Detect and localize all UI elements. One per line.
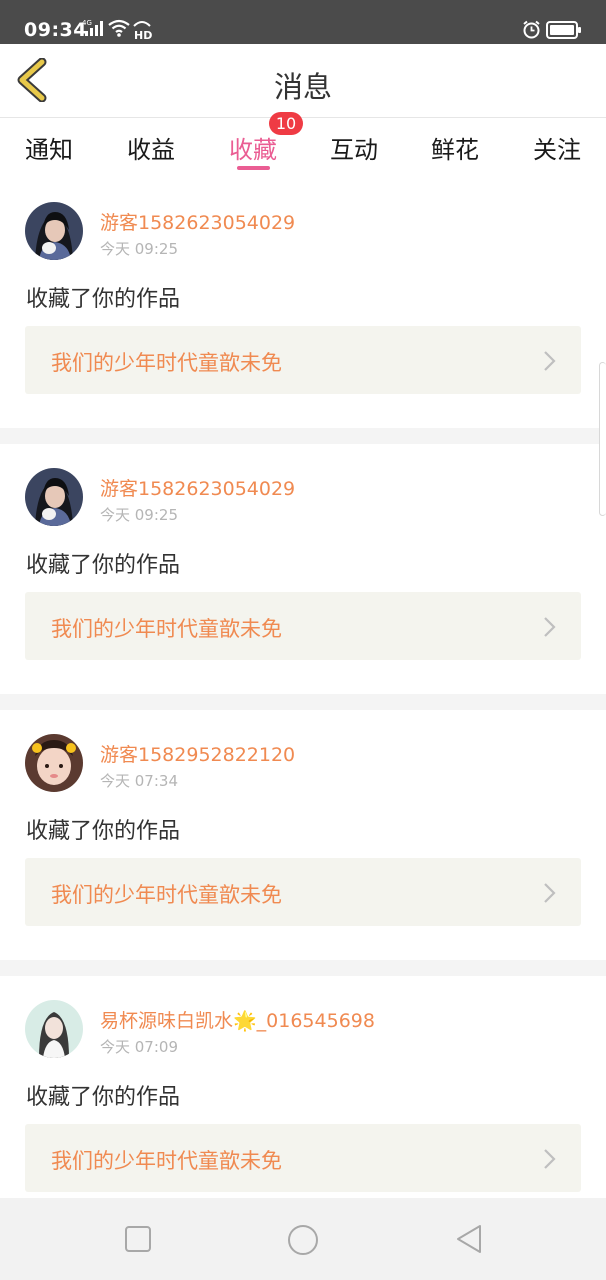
username[interactable]: 游客1582623054029	[100, 208, 295, 235]
page-title: 消息	[273, 70, 332, 104]
recent-apps-icon[interactable]	[124, 1223, 152, 1253]
back-nav-icon[interactable]	[454, 1223, 484, 1255]
list-item: 游客1582623054029 今天 09:25 收藏了你的作品 我们的少年时代…	[0, 444, 606, 694]
tab-earnings[interactable]: 收益	[111, 130, 191, 165]
username[interactable]: 游客1582952822120	[100, 740, 295, 767]
network-type-label: 4G	[82, 19, 92, 27]
work-title: 我们的少年时代童歆未免	[51, 883, 282, 907]
chevron-right-icon	[544, 1149, 556, 1169]
wifi-icon	[108, 19, 130, 41]
tab-notifications[interactable]: 通知	[9, 130, 89, 165]
username[interactable]: 游客1582623054029	[100, 474, 295, 501]
work-link[interactable]: 我们的少年时代童歆未免	[25, 858, 581, 926]
system-nav-bar	[0, 1198, 606, 1280]
app-header: 消息	[0, 44, 606, 118]
chevron-right-icon	[544, 351, 556, 371]
avatar[interactable]	[25, 734, 83, 792]
timestamp: 今天 07:09	[100, 1038, 178, 1056]
divider	[0, 428, 606, 444]
action-text: 收藏了你的作品	[26, 819, 181, 844]
tab-favorites[interactable]: 收藏	[213, 130, 293, 165]
avatar[interactable]	[25, 468, 83, 526]
avatar[interactable]	[25, 1000, 83, 1058]
work-link[interactable]: 我们的少年时代童歆未免	[25, 1124, 581, 1192]
action-text: 收藏了你的作品	[26, 553, 181, 578]
timestamp: 今天 07:34	[100, 772, 178, 790]
action-text: 收藏了你的作品	[26, 1085, 181, 1110]
edge-panel-handle[interactable]	[599, 362, 606, 516]
work-title: 我们的少年时代童歆未免	[51, 1149, 282, 1173]
list-item: 游客1582952822120 今天 07:34 收藏了你的作品 我们的少年时代…	[0, 710, 606, 960]
tab-flowers[interactable]: 鲜花	[415, 130, 495, 165]
work-link[interactable]: 我们的少年时代童歆未免	[25, 592, 581, 660]
alarm-icon	[522, 20, 541, 43]
signal-icon: 4G	[82, 18, 104, 42]
message-list: 游客1582623054029 今天 09:25 收藏了你的作品 我们的少年时代…	[0, 178, 606, 1242]
list-item: 游客1582623054029 今天 09:25 收藏了你的作品 我们的少年时代…	[0, 178, 606, 428]
message-tabs: 通知 收益 收藏 互动 鲜花 关注	[0, 118, 606, 178]
status-time: 09:34	[24, 19, 87, 41]
active-tab-indicator	[237, 166, 270, 170]
chevron-right-icon	[544, 883, 556, 903]
chevron-right-icon	[544, 617, 556, 637]
favorites-count-badge: 10	[269, 112, 303, 135]
hd-label: HD	[134, 29, 152, 40]
timestamp: 今天 09:25	[100, 506, 178, 524]
avatar[interactable]	[25, 202, 83, 260]
tab-following[interactable]: 关注	[517, 130, 597, 165]
action-text: 收藏了你的作品	[26, 287, 181, 312]
hd-voice-icon: HD	[132, 18, 152, 44]
work-title: 我们的少年时代童歆未免	[51, 617, 282, 641]
username[interactable]: 易杯源味白凯水🌟_016545698	[100, 1006, 375, 1033]
work-link[interactable]: 我们的少年时代童歆未免	[25, 326, 581, 394]
divider	[0, 960, 606, 976]
battery-icon	[546, 21, 582, 43]
divider	[0, 694, 606, 710]
work-title: 我们的少年时代童歆未免	[51, 351, 282, 375]
status-bar: 09:34 4G HD	[0, 0, 606, 44]
list-item: 易杯源味白凯水🌟_016545698 今天 07:09 收藏了你的作品 我们的少…	[0, 976, 606, 1226]
timestamp: 今天 09:25	[100, 240, 178, 258]
home-icon[interactable]	[286, 1223, 320, 1257]
tab-interactions[interactable]: 互动	[314, 130, 394, 165]
